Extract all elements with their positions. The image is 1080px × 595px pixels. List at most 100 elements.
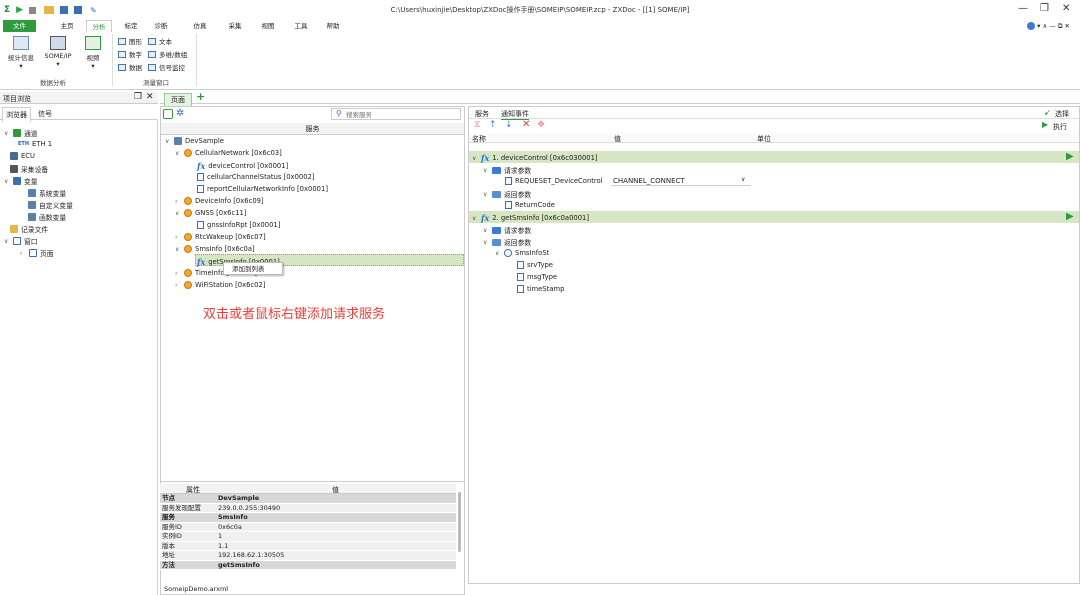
maximize-button[interactable]: ❐	[1040, 3, 1049, 14]
tab-acquisition[interactable]: 采集	[224, 20, 246, 32]
tree-item-service[interactable]: ∨ CellularNetwork [0x6c03]	[175, 149, 282, 157]
someip-button[interactable]: SOME/IP ▾	[40, 36, 76, 68]
tab-home[interactable]: 主页	[56, 20, 78, 32]
tree-item-event[interactable]: cellularChannelStatus [0x0002]	[197, 173, 315, 181]
context-menu-add-to-list[interactable]: 添加到列表	[223, 262, 283, 275]
chevron-down-icon[interactable]: ∨	[175, 150, 181, 157]
clear-icon[interactable]: ❖	[537, 120, 545, 130]
add-service-icon[interactable]	[163, 109, 173, 119]
hourglass-icon[interactable]: ⧖	[474, 120, 480, 130]
tab-file[interactable]: 文件	[3, 20, 36, 32]
tree-item-service[interactable]: ∨ SmsInfo [0x6c0a]	[175, 245, 255, 253]
request-item-method[interactable]: ∨ fx 2. getSmsInfo [0x6c0a0001]	[472, 213, 589, 223]
close-button[interactable]: ✕	[1062, 3, 1070, 14]
signal-monitor-button[interactable]: 信号监控	[148, 62, 185, 72]
request-item-field[interactable]: timeStamp	[517, 285, 564, 293]
run-request-icon[interactable]: ▶	[1066, 151, 1074, 162]
arrow-up-icon[interactable]: ↑	[489, 120, 497, 130]
arrow-down-icon[interactable]: ↓	[505, 120, 513, 130]
request-item-param[interactable]: REQUESET_DeviceControl	[505, 177, 603, 185]
chevron-down-icon[interactable]: ∨	[483, 167, 489, 174]
chevron-down-icon[interactable]: ∨	[4, 178, 10, 185]
tab-diagnostics[interactable]: 诊断	[150, 20, 172, 32]
request-item-param[interactable]: ReturnCode	[505, 201, 555, 209]
ribbon-right-controls[interactable]: ▾ ∧ — ⧉ ✕	[1012, 20, 1076, 32]
statistics-button[interactable]: 统计信息 ▾	[6, 36, 36, 70]
chevron-right-icon[interactable]: ›	[175, 282, 181, 289]
select-icon[interactable]: ➹	[1044, 108, 1051, 117]
tree-item-ecu[interactable]: ECU	[10, 152, 35, 160]
tab-tools[interactable]: 工具	[290, 20, 312, 32]
tree-item-system-variables[interactable]: 系统变量	[28, 188, 66, 198]
chevron-down-icon[interactable]: ∨	[472, 155, 478, 162]
add-page-button[interactable]: +	[196, 90, 205, 103]
chevron-right-icon[interactable]: ›	[175, 270, 181, 277]
chevron-down-icon[interactable]: ∨	[175, 246, 181, 253]
delete-icon[interactable]: ✕	[522, 119, 530, 130]
chevron-down-icon[interactable]: ∨	[4, 238, 10, 245]
tab-service[interactable]: 服务	[475, 109, 489, 119]
execute-button[interactable]: 执行	[1053, 122, 1067, 132]
float-panel-icon[interactable]: ❐	[134, 92, 142, 102]
chevron-down-icon[interactable]: ∨	[472, 215, 478, 222]
tree-item-eth1[interactable]: ETH ETH 1	[18, 140, 52, 148]
video-button[interactable]: 视频 ▾	[80, 36, 106, 70]
settings-gear-icon[interactable]: ✲	[176, 108, 184, 119]
tab-view[interactable]: 视图	[257, 20, 279, 32]
request-item-method[interactable]: ∨ fx 1. deviceControl [0x6c030001]	[472, 153, 598, 163]
chevron-down-icon[interactable]: ∨	[175, 210, 181, 217]
tab-analysis[interactable]: 分析	[86, 20, 112, 32]
text-window-button[interactable]: 文本	[148, 36, 172, 46]
request-item-struct[interactable]: ∨ SmsInfoSt	[495, 249, 549, 257]
chevron-down-icon[interactable]: ∨	[741, 176, 745, 183]
request-item-return[interactable]: ∨ 返回参数	[483, 237, 531, 247]
tab-calibration[interactable]: 标定	[120, 20, 142, 32]
ribbon-window-controls[interactable]: ▾ ∧ — ⧉ ✕	[1037, 22, 1070, 30]
request-item-field[interactable]: msgType	[517, 273, 557, 281]
chevron-right-icon[interactable]: ›	[175, 198, 181, 205]
tree-item-devsample[interactable]: ∨ DevSample	[165, 137, 224, 145]
properties-scrollbar[interactable]	[458, 492, 461, 552]
tree-item-service[interactable]: ∨ GNSS [0x6c11]	[175, 209, 247, 217]
tree-item-page[interactable]: › 页面	[20, 248, 54, 258]
data-window-button[interactable]: 数据	[118, 62, 142, 72]
request-item-return[interactable]: ∨ 返回参数	[483, 189, 531, 199]
tree-item-variables[interactable]: ∨ 变量	[4, 176, 38, 186]
tree-item-record-file[interactable]: 记录文件	[10, 224, 48, 234]
tree-item-service[interactable]: › WiFiStation [0x6c02]	[175, 281, 265, 289]
tree-item-service[interactable]: › RtcWakeup [0x6c07]	[175, 233, 266, 241]
request-item-field[interactable]: srvType	[517, 261, 553, 269]
graph-window-button[interactable]: 图形	[118, 36, 142, 46]
chevron-down-icon[interactable]: ∨	[495, 250, 501, 257]
tree-item-event[interactable]: gnssInfoRpt [0x0001]	[197, 221, 280, 229]
service-search-input[interactable]	[346, 110, 456, 119]
tab-help[interactable]: 帮助	[322, 20, 344, 32]
service-search-box[interactable]: ⚲	[331, 108, 461, 120]
minimize-button[interactable]: —	[1018, 3, 1028, 14]
chevron-down-icon[interactable]: ∨	[483, 239, 489, 246]
run-request-icon[interactable]: ▶	[1066, 211, 1074, 222]
tab-page[interactable]: 页面	[164, 93, 192, 107]
tree-item-service[interactable]: › DeviceInfo [0x6c09]	[175, 197, 264, 205]
number-window-button[interactable]: 数字	[118, 49, 142, 59]
tree-item-window[interactable]: ∨ 窗口	[4, 236, 38, 246]
globe-icon[interactable]	[1027, 22, 1036, 30]
tab-signals[interactable]: 信号	[38, 109, 52, 119]
execute-icon[interactable]: ▶	[1042, 120, 1048, 129]
close-panel-icon[interactable]: ✕	[146, 92, 154, 102]
chevron-right-icon[interactable]: ›	[175, 234, 181, 241]
request-item-params[interactable]: ∨ 请求参数	[483, 225, 531, 235]
tree-item-event[interactable]: reportCellularNetworkInfo [0x0001]	[197, 185, 328, 193]
chevron-down-icon[interactable]: ∨	[483, 191, 489, 198]
request-item-params[interactable]: ∨ 请求参数	[483, 165, 531, 175]
tree-item-method[interactable]: fx deviceControl [0x0001]	[197, 161, 288, 171]
array-window-button[interactable]: 多维/数组	[148, 49, 187, 59]
chevron-down-icon[interactable]: ∨	[4, 130, 10, 137]
tree-item-channel[interactable]: ∨ 通道	[4, 128, 38, 138]
chevron-down-icon[interactable]: ∨	[483, 227, 489, 234]
chevron-down-icon[interactable]: ∨	[165, 138, 171, 145]
tab-simulation[interactable]: 仿真	[189, 20, 211, 32]
tree-item-acquisition-device[interactable]: 采集设备	[10, 164, 48, 174]
param-value-select[interactable]: CHANNEL_CONNECT ∨	[611, 175, 751, 186]
chevron-right-icon[interactable]: ›	[20, 250, 26, 257]
